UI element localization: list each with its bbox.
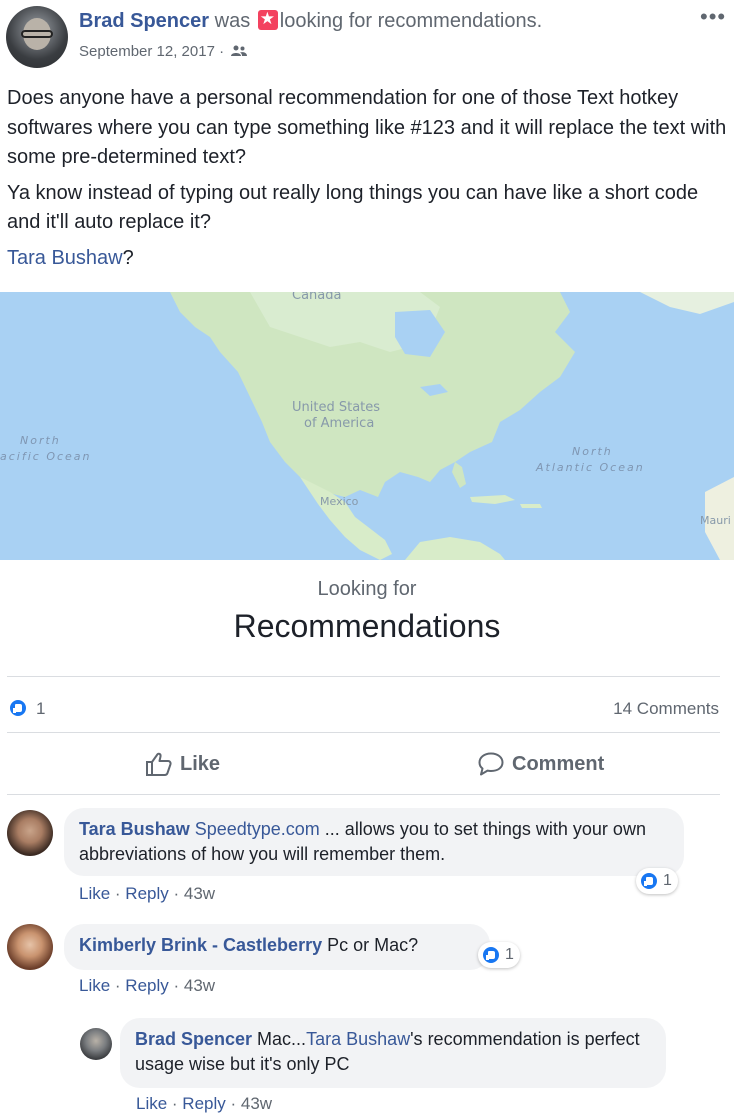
was-text: was: [214, 10, 251, 32]
comment-reply-link[interactable]: Reply: [182, 1094, 225, 1113]
commenter-name[interactable]: Tara Bushaw: [79, 819, 190, 839]
comment-text: Pc or Mac?: [322, 935, 419, 955]
map-label-natl-2: Atlantic Ocean: [536, 461, 645, 474]
comment-icon: [478, 752, 504, 776]
commenter-avatar[interactable]: [7, 924, 53, 970]
card-subtitle: Looking for: [317, 578, 417, 600]
post-header: Brad Spencer was looking for recommendat…: [0, 0, 734, 80]
comments-count[interactable]: 14 Comments: [613, 699, 719, 719]
group-audience-icon: [231, 45, 248, 56]
like-reaction-icon: [639, 871, 659, 891]
comment-reactions[interactable]: 1: [478, 942, 520, 968]
more-options-icon[interactable]: •••: [700, 4, 726, 30]
post-paragraph: Does anyone have a personal recommendati…: [7, 87, 727, 168]
like-label: Like: [180, 752, 221, 775]
reaction-count[interactable]: 1: [36, 699, 45, 719]
comment-time[interactable]: 43w: [184, 884, 215, 903]
comment-link[interactable]: Speedtype.com: [195, 819, 320, 839]
activity-text: looking for recommendations.: [279, 10, 543, 32]
meta-separator: ·: [219, 43, 225, 60]
mention-suffix: ?: [122, 246, 134, 269]
divider: [7, 794, 720, 795]
comment-bubble: Brad Spencer Mac...Tara Bushaw's recomme…: [120, 1018, 666, 1088]
action-separator: ·: [110, 976, 126, 995]
comment-reply-link[interactable]: Reply: [125, 884, 168, 903]
comment-like-link[interactable]: Like: [79, 884, 110, 903]
comment-reactions[interactable]: 1: [636, 868, 678, 894]
comment-time[interactable]: 43w: [241, 1094, 272, 1113]
map-label-usa-2: of America: [304, 416, 375, 431]
comment-label: Comment: [512, 752, 605, 775]
post-mention-line: Tara Bushaw?: [7, 244, 727, 274]
map-label-canada: Canada: [292, 292, 342, 303]
comment-bubble: Tara Bushaw Speedtype.com ... allows you…: [64, 808, 684, 876]
comment-actions: Like · Reply · 43w: [136, 1094, 272, 1114]
map-label-mexico: Mexico: [320, 495, 359, 508]
comment-reaction-count: 1: [505, 946, 514, 963]
post-date[interactable]: September 12, 2017: [79, 43, 215, 60]
divider: [7, 676, 720, 677]
mention-link[interactable]: Tara Bushaw: [306, 1029, 410, 1049]
comment-text: Mac...: [252, 1029, 307, 1049]
author-name[interactable]: Brad Spencer: [79, 10, 209, 32]
map-label-mauri: Mauri: [700, 514, 731, 527]
card-title: Recommendations: [233, 608, 501, 644]
action-separator: ·: [167, 1094, 183, 1113]
commenter-avatar[interactable]: [7, 810, 53, 856]
map-label-usa: United States: [292, 400, 381, 415]
comment-time[interactable]: 43w: [184, 976, 215, 995]
like-reaction-icon: [481, 945, 501, 965]
comment-like-link[interactable]: Like: [79, 976, 110, 995]
author-avatar[interactable]: [6, 6, 68, 68]
action-separator: ·: [225, 1094, 241, 1113]
author-line: Brad Spencer was looking for recommendat…: [79, 9, 543, 33]
comment-actions: Like · Reply · 43w: [79, 884, 215, 904]
action-separator: ·: [110, 884, 126, 903]
comment-reaction-count: 1: [663, 872, 672, 889]
recommendation-star-icon: [257, 9, 278, 30]
comment-button[interactable]: Comment: [478, 752, 604, 776]
comment-bubble: Kimberly Brink - Castleberry Pc or Mac?: [64, 924, 490, 970]
like-reaction-icon[interactable]: [8, 698, 28, 718]
action-row: Like Comment: [0, 740, 734, 790]
map-image[interactable]: Canada United States of America Mexico N…: [0, 292, 734, 560]
action-separator: ·: [168, 976, 184, 995]
action-separator: ·: [168, 884, 184, 903]
thumbs-up-icon: [146, 752, 172, 776]
map-label-natl: North: [572, 445, 613, 458]
post-paragraph: Ya know instead of typing out really lon…: [7, 181, 699, 234]
post-body: Does anyone have a personal recommendati…: [7, 84, 727, 279]
reaction-summary: 1 14 Comments: [0, 690, 734, 730]
mention-link[interactable]: Tara Bushaw: [7, 247, 123, 269]
commenter-avatar[interactable]: [80, 1028, 112, 1060]
like-button[interactable]: Like: [146, 752, 220, 776]
comment-reply-link[interactable]: Reply: [125, 976, 168, 995]
post-meta: September 12, 2017 ·: [79, 43, 248, 60]
divider: [7, 732, 720, 733]
commenter-name[interactable]: Brad Spencer: [135, 1029, 252, 1049]
map-label-npac: North: [20, 434, 61, 447]
map-label-npac-2: acific Ocean: [0, 450, 92, 463]
comment-actions: Like · Reply · 43w: [79, 976, 215, 996]
commenter-name[interactable]: Kimberly Brink - Castleberry: [79, 935, 322, 955]
comment-like-link[interactable]: Like: [136, 1094, 167, 1113]
